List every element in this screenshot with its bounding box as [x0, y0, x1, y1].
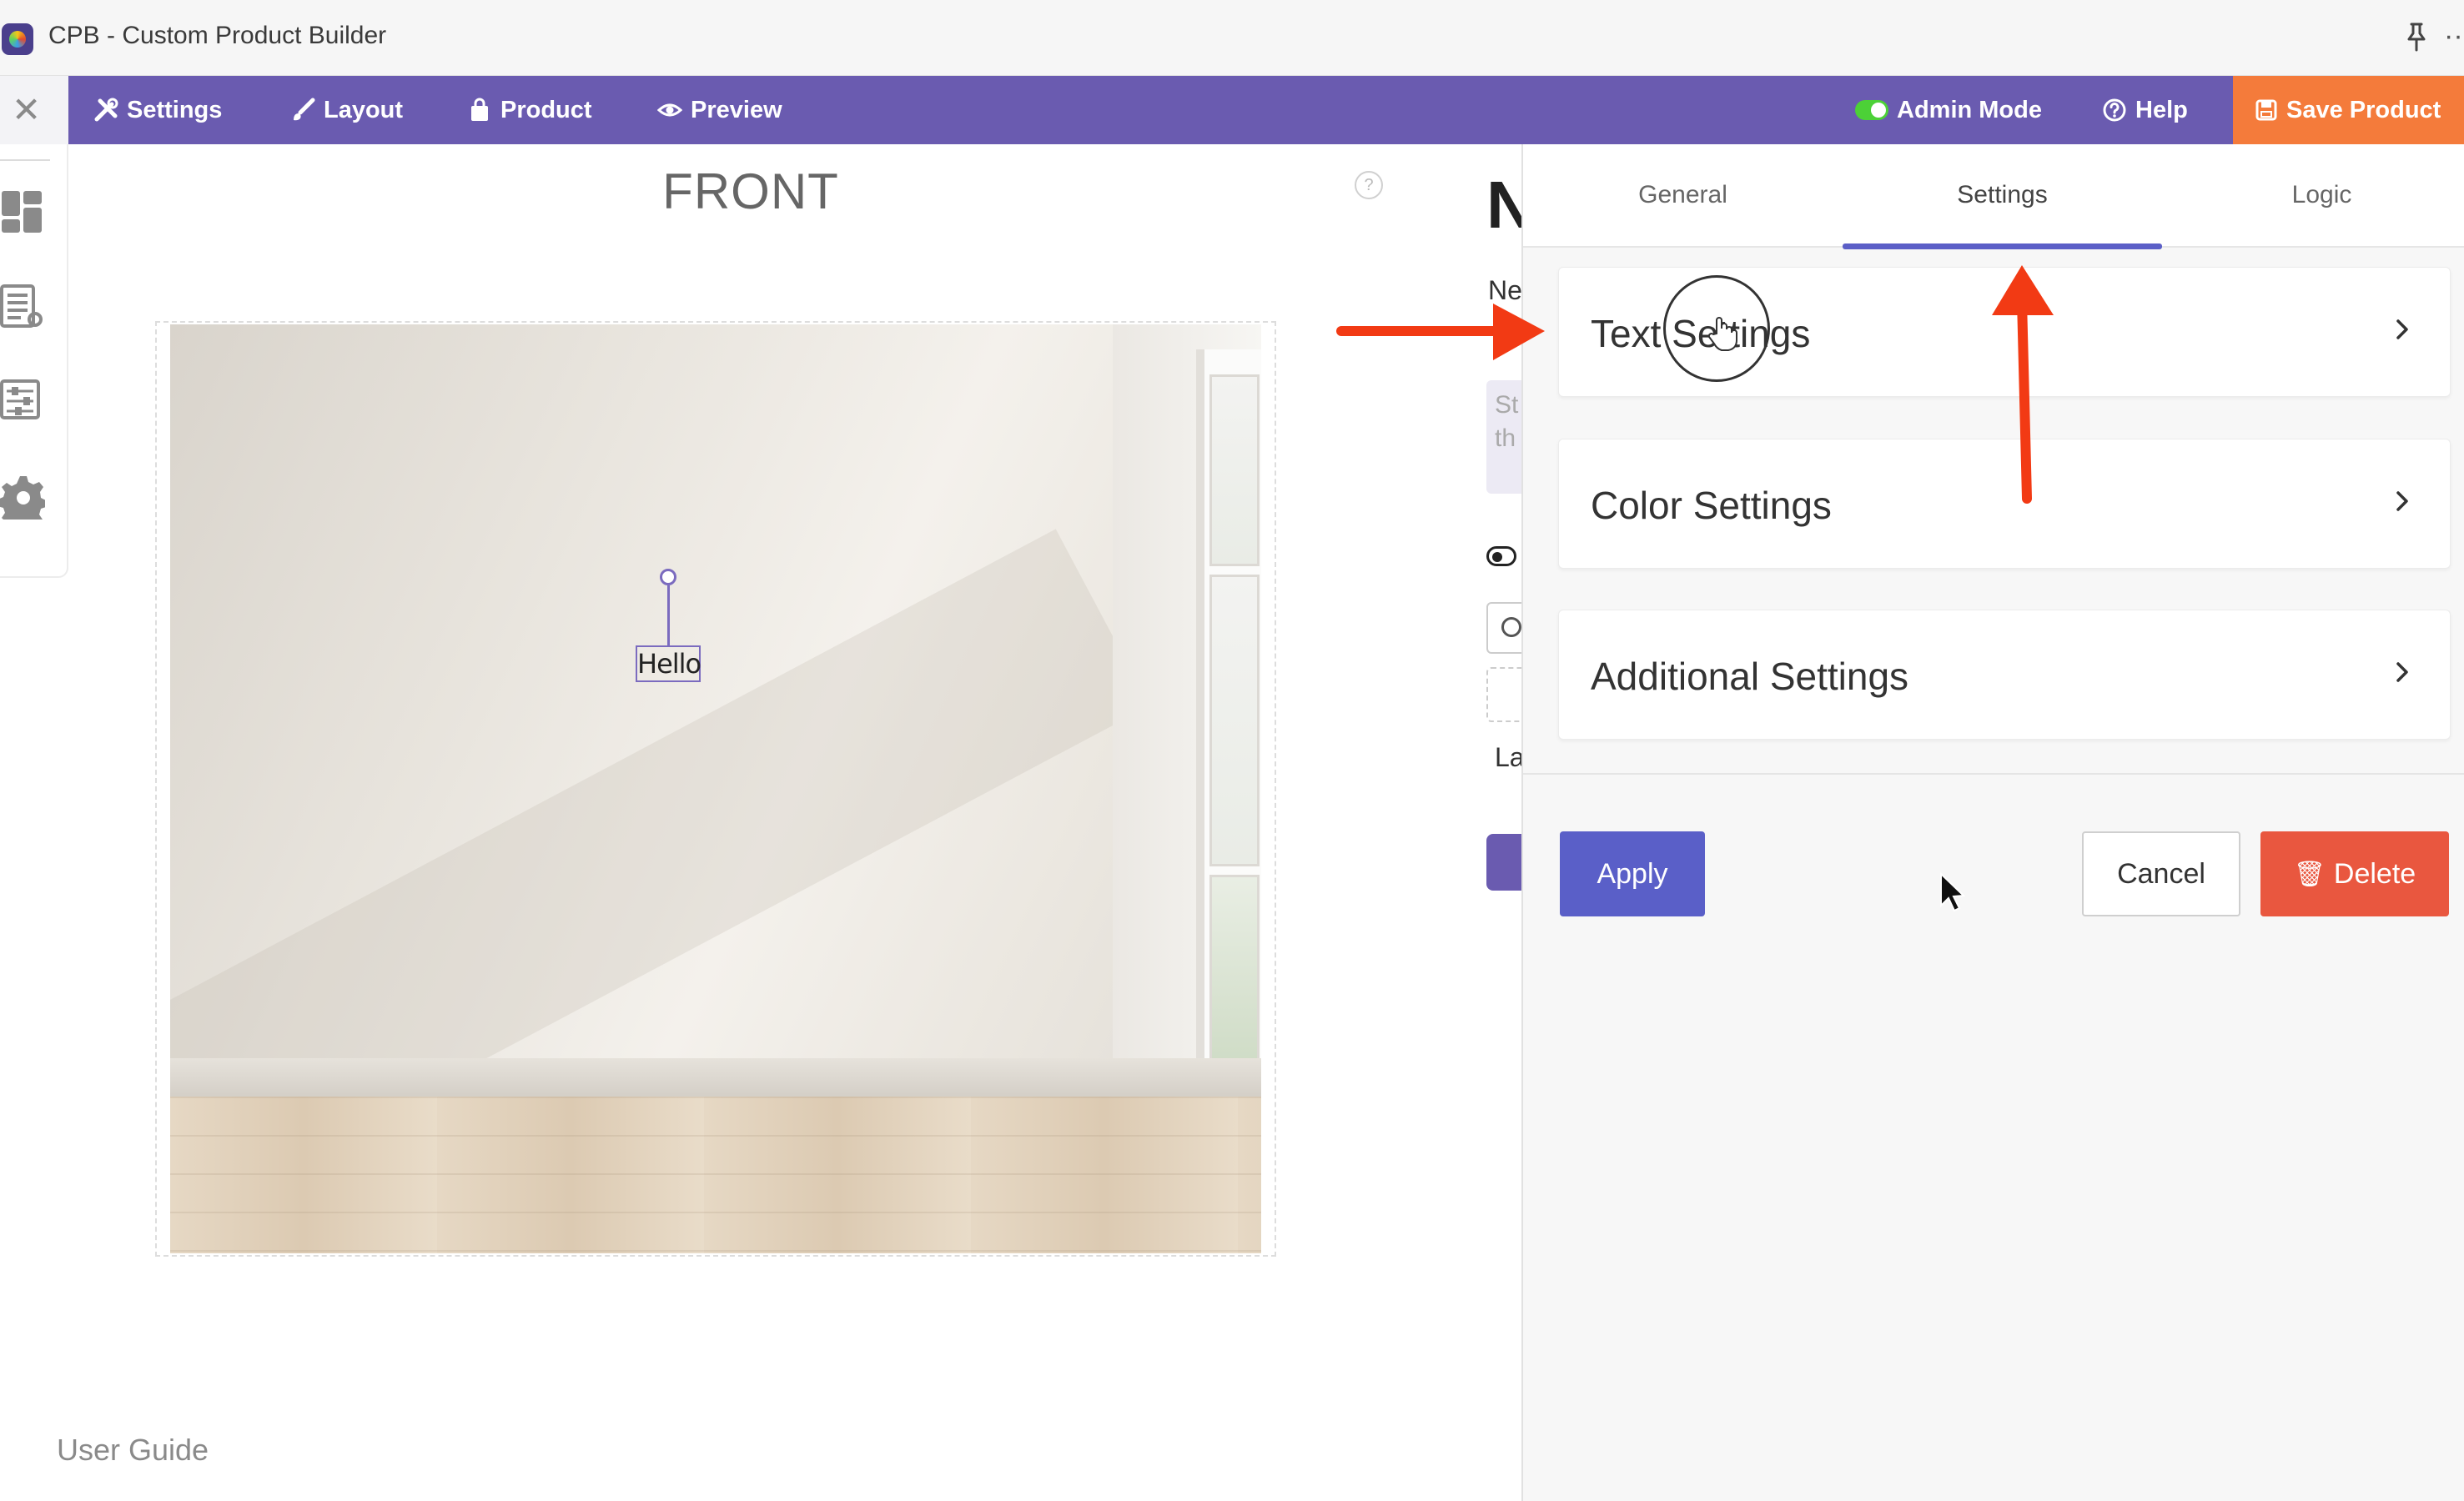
delete-label: Delete	[2333, 857, 2416, 890]
tab-logic[interactable]: Logic	[2162, 144, 2464, 248]
side-label: FRONT	[662, 163, 839, 219]
search-icon	[1501, 617, 1521, 637]
close-icon: ✕	[12, 90, 42, 129]
title-bar: CPB - Custom Product Builder ···	[0, 0, 2464, 76]
panel-divider	[1523, 773, 2464, 775]
middle-label-fragment-2: La	[1495, 742, 1525, 772]
nav-settings[interactable]: Settings	[93, 76, 222, 144]
nav-settings-label: Settings	[127, 96, 223, 123]
left-sidebar	[0, 144, 68, 578]
nav-layout[interactable]: Layout	[290, 76, 403, 144]
main-toolbar: ✕ Settings Layout Product Preview Admin …	[0, 76, 2464, 144]
admin-mode-label: Admin Mode	[1897, 96, 2042, 123]
save-product-button[interactable]: Save Product	[2233, 76, 2464, 144]
panel-tabs: General Settings Logic	[1523, 144, 2464, 249]
nav-preview[interactable]: Preview	[657, 76, 782, 144]
image-window-pane	[1209, 875, 1260, 1067]
chevron-right-icon	[2396, 662, 2408, 682]
click-highlight-circle	[1663, 275, 1770, 382]
red-arrow-right	[1336, 304, 1545, 360]
list-icon[interactable]	[0, 284, 45, 329]
bag-icon	[471, 98, 488, 121]
image-window-pane	[1209, 374, 1260, 566]
tab-settings[interactable]: Settings	[1843, 144, 2162, 249]
app-window: CPB - Custom Product Builder ··· ✕ Setti…	[0, 0, 2464, 1501]
help-button[interactable]: Help	[2102, 76, 2188, 144]
brush-icon	[294, 98, 315, 121]
eye-icon	[657, 103, 682, 117]
canvas-help-icon[interactable]: ?	[1355, 171, 1383, 199]
image-baseboard	[170, 1058, 1261, 1097]
close-button[interactable]: ✕	[0, 76, 68, 144]
sidebar-divider	[0, 159, 50, 161]
more-options-icon[interactable]: ···	[2444, 20, 2464, 53]
chevron-right-icon	[2396, 319, 2408, 339]
user-guide-link[interactable]: User Guide	[57, 1433, 209, 1468]
delete-button[interactable]: 🗑 Delete	[2260, 831, 2449, 916]
chevron-right-icon	[2396, 491, 2408, 511]
visibility-toggle-icon[interactable]	[1486, 546, 1516, 566]
nav-layout-label: Layout	[324, 96, 404, 123]
apply-button[interactable]: Apply	[1560, 831, 1705, 916]
tools-icon	[94, 98, 118, 122]
color-settings-label: Color Settings	[1591, 484, 1832, 527]
cancel-button[interactable]: Cancel	[2082, 831, 2240, 916]
save-icon	[2255, 99, 2277, 121]
sliders-icon[interactable]	[0, 379, 45, 424]
window-title: CPB - Custom Product Builder	[48, 22, 387, 49]
app-logo-icon	[2, 23, 33, 55]
tab-general[interactable]: General	[1523, 144, 1843, 248]
rotate-handle-line	[667, 585, 670, 647]
rotate-handle[interactable]	[660, 569, 676, 585]
color-settings-section[interactable]: Color Settings	[1558, 439, 2451, 569]
pin-icon[interactable]	[2404, 22, 2429, 52]
middle-label-fragment: Ne	[1488, 275, 1522, 305]
product-background-image	[170, 324, 1261, 1253]
nav-preview-label: Preview	[691, 96, 782, 123]
trash-icon: 🗑	[2293, 860, 2326, 888]
save-product-label: Save Product	[2286, 96, 2441, 123]
nav-product-label: Product	[500, 96, 592, 123]
help-label: Help	[2135, 96, 2188, 123]
question-circle-icon	[2103, 98, 2126, 122]
admin-mode-toggle[interactable]: Admin Mode	[1855, 76, 2042, 144]
nav-product[interactable]: Product	[467, 76, 592, 144]
toggle-switch-icon	[1855, 100, 1888, 120]
settings-panel: General Settings Logic Text Settings Col…	[1521, 144, 2464, 1501]
additional-settings-label: Additional Settings	[1591, 655, 1909, 698]
image-floor	[170, 1097, 1261, 1253]
image-window-pane	[1209, 575, 1260, 866]
text-element-hello[interactable]: Hello	[636, 645, 701, 682]
additional-settings-section[interactable]: Additional Settings	[1558, 610, 2451, 740]
dashboard-icon[interactable]	[0, 189, 45, 234]
gear-icon[interactable]	[0, 474, 45, 520]
